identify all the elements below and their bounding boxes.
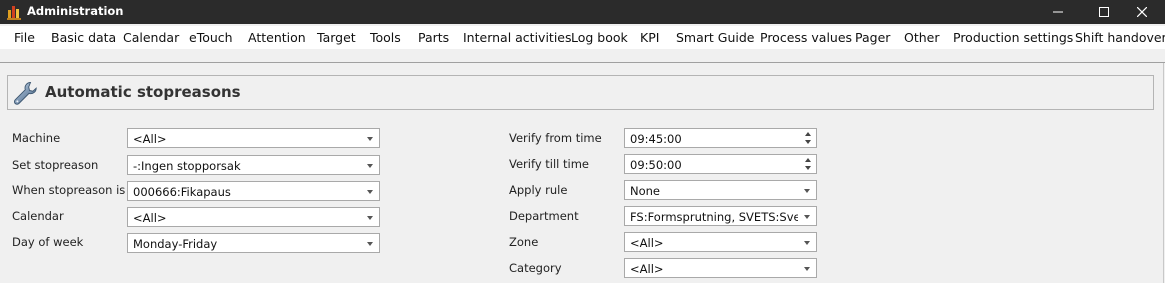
verify-from-time-value: 09:45:00	[630, 132, 682, 146]
spin-up-icon[interactable]	[805, 132, 811, 136]
apply-rule-dropdown[interactable]: None	[624, 180, 817, 200]
menu-smart-guide[interactable]: Smart Guide	[676, 30, 755, 45]
menu-divider	[0, 62, 1165, 63]
menu-production-settings[interactable]: Production settings	[953, 30, 1073, 45]
zone-dropdown[interactable]: <All>	[624, 232, 817, 252]
spin-down-icon[interactable]	[805, 140, 811, 144]
department-label: Department	[509, 209, 579, 223]
chevron-down-icon	[367, 190, 373, 194]
window-title: Administration	[27, 4, 124, 18]
calendar-value: <All>	[133, 211, 167, 225]
menu-other[interactable]: Other	[904, 30, 940, 45]
chevron-down-icon	[367, 137, 373, 141]
page-header: Automatic stopreasons	[7, 75, 1154, 110]
menu-basic-data[interactable]: Basic data	[51, 30, 116, 45]
menu-attention[interactable]: Attention	[248, 30, 306, 45]
menu-internal-activities[interactable]: Internal activities	[463, 30, 572, 45]
menu-target[interactable]: Target	[317, 30, 356, 45]
category-dropdown[interactable]: <All>	[624, 258, 817, 278]
calendar-dropdown[interactable]: <All>	[127, 207, 380, 227]
maximize-icon	[1099, 7, 1109, 17]
day-of-week-dropdown[interactable]: Monday-Friday	[127, 233, 380, 253]
page-title: Automatic stopreasons	[45, 83, 241, 101]
chevron-down-icon	[804, 215, 810, 219]
department-value: FS:Formsprutning, SVETS:Svets...	[630, 210, 798, 224]
menu-etouch[interactable]: eTouch	[189, 30, 233, 45]
verify-from-time-spinner[interactable]: 09:45:00	[624, 128, 817, 148]
menu-parts[interactable]: Parts	[418, 30, 449, 45]
menu-bar: File Basic data Calendar eTouch Attentio…	[0, 26, 1165, 49]
machine-value: <All>	[133, 132, 167, 146]
apply-rule-value: None	[630, 184, 661, 198]
apply-rule-label: Apply rule	[509, 183, 568, 197]
menu-file[interactable]: File	[14, 30, 35, 45]
chevron-down-icon	[804, 267, 810, 271]
menu-pager[interactable]: Pager	[855, 30, 890, 45]
category-value: <All>	[630, 262, 664, 276]
day-of-week-value: Monday-Friday	[133, 237, 218, 251]
menu-tools[interactable]: Tools	[370, 30, 401, 45]
zone-value: <All>	[630, 236, 664, 250]
minimize-button[interactable]	[1035, 0, 1081, 24]
verify-from-time-label: Verify from time	[509, 131, 602, 145]
menu-process-values[interactable]: Process values	[760, 30, 852, 45]
app-icon	[7, 6, 21, 20]
calendar-label: Calendar	[12, 209, 64, 223]
machine-label: Machine	[12, 131, 61, 145]
chevron-down-icon	[367, 216, 373, 220]
time-spinner-buttons[interactable]	[800, 155, 816, 173]
verify-till-time-value: 09:50:00	[630, 158, 682, 172]
day-of-week-label: Day of week	[12, 235, 84, 249]
department-dropdown[interactable]: FS:Formsprutning, SVETS:Svets...	[624, 206, 817, 226]
category-label: Category	[509, 261, 562, 275]
verify-till-time-spinner[interactable]: 09:50:00	[624, 154, 817, 174]
set-stopreason-label: Set stopreason	[12, 158, 99, 172]
menu-calendar[interactable]: Calendar	[123, 30, 179, 45]
when-stopreason-label: When stopreason is	[12, 183, 126, 197]
menu-log-book[interactable]: Log book	[571, 30, 628, 45]
set-stopreason-dropdown[interactable]: -:Ingen stopporsak	[127, 155, 380, 175]
close-button[interactable]	[1119, 0, 1165, 24]
title-bar: Administration	[0, 0, 1165, 24]
when-stopreason-dropdown[interactable]: 000666:Fikapaus	[127, 181, 380, 201]
when-stopreason-value: 000666:Fikapaus	[133, 185, 231, 199]
wrench-icon	[14, 82, 37, 105]
minimize-icon	[1053, 11, 1063, 13]
close-icon	[1137, 7, 1147, 17]
verify-till-time-label: Verify till time	[509, 157, 590, 171]
menu-shift-handover[interactable]: Shift handover	[1075, 30, 1165, 45]
set-stopreason-value: -:Ingen stopporsak	[133, 159, 241, 173]
time-spinner-buttons[interactable]	[800, 129, 816, 147]
spin-up-icon[interactable]	[805, 158, 811, 162]
panel-edge	[1163, 63, 1164, 283]
menu-kpi[interactable]: KPI	[640, 30, 659, 45]
machine-dropdown[interactable]: <All>	[127, 128, 380, 148]
zone-label: Zone	[509, 235, 539, 249]
chevron-down-icon	[367, 164, 373, 168]
spin-down-icon[interactable]	[805, 166, 811, 170]
chevron-down-icon	[804, 241, 810, 245]
chevron-down-icon	[804, 189, 810, 193]
chevron-down-icon	[367, 242, 373, 246]
